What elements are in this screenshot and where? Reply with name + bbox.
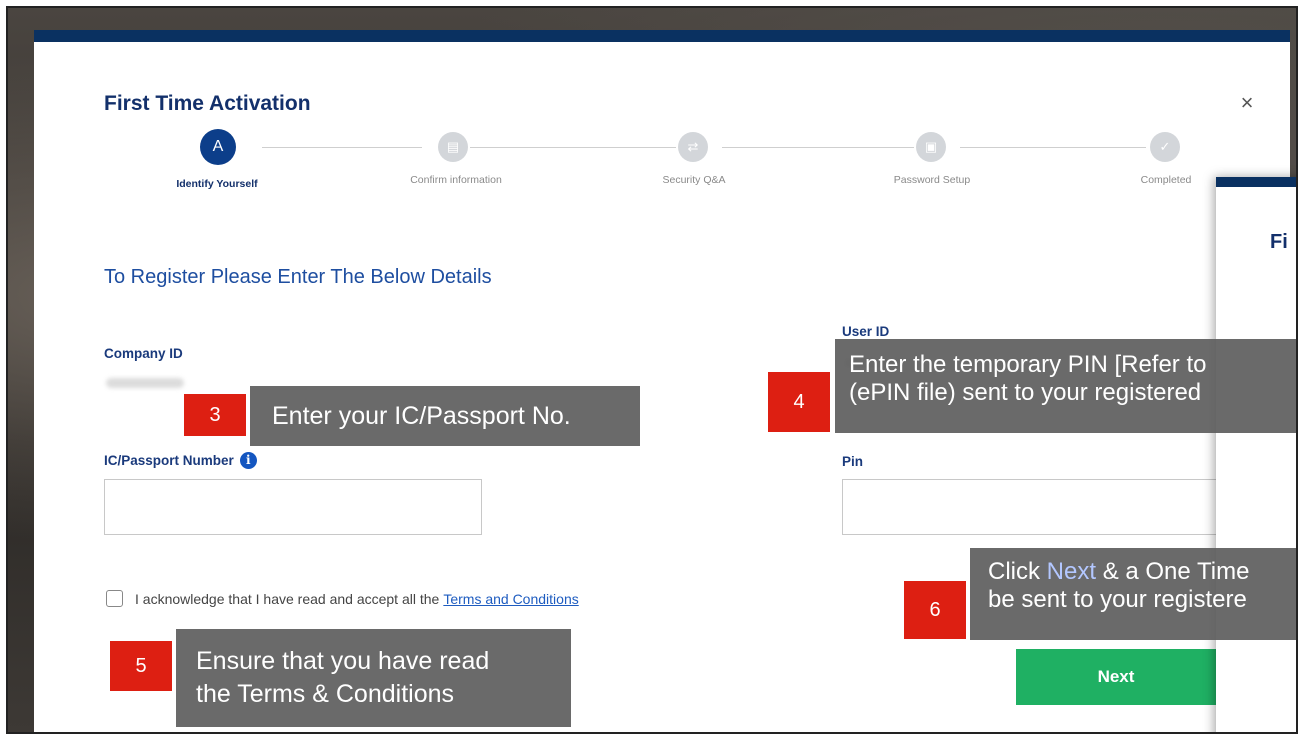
modal-top-bar [34,30,1290,42]
callout-6-number: 6 [904,581,966,639]
progress-stepper: A Identify Yourself ▤ Confirm informatio… [104,128,1214,208]
callout-6-line1: Click Next & a One Time [988,558,1292,586]
step-password-lock-icon: ▣ [916,132,946,162]
callout-4-line2: (ePIN file) sent to your registered [849,379,1202,406]
step-confirm-document-icon: ▤ [438,132,468,162]
second-modal-top-bar [1216,177,1296,187]
callout-3-number: 3 [184,394,246,436]
second-modal-preview: Fi C C M Pl [1216,177,1296,732]
acknowledge-text: I acknowledge that I have read and accep… [135,590,440,607]
ic-passport-input[interactable] [104,479,482,535]
callout-6-pre: Click [988,558,1047,585]
pin-input[interactable] [842,479,1222,535]
callout-5-line2: the Terms & Conditions [196,680,454,708]
ic-passport-label-text: IC/Passport Number [104,453,234,468]
pin-label: Pin [842,454,864,469]
callout-5-text: Ensure that you have read the Terms & Co… [176,629,571,727]
callout-4-number: 4 [768,372,830,432]
terms-link[interactable]: Terms and Conditions [443,591,578,607]
step-label-identify: Identify Yourself [176,178,258,190]
step-connector [722,147,914,148]
step-completed-check-icon: ✓ [1150,132,1180,162]
second-modal-title: Fi [1270,231,1288,253]
terms-checkbox[interactable] [106,590,123,607]
callout-5-line1: Ensure that you have read [196,647,490,675]
company-id-label: Company ID [104,346,183,361]
callout-5-number: 5 [110,641,172,691]
close-icon: × [1240,90,1254,115]
acknowledge-row: I acknowledge that I have read and accep… [106,590,579,607]
user-id-label: User ID [842,324,890,339]
modal-title: First Time Activation [104,92,311,115]
step-identify-user-icon: A [200,129,236,165]
callout-4-line1: Enter the temporary PIN [Refer to [849,351,1207,378]
callout-6-post: & a One Time [1096,558,1250,585]
info-icon[interactable]: i [239,452,257,469]
callout-6-line2: be sent to your registere [988,586,1247,613]
step-label-security: Security Q&A [662,174,726,186]
step-connector [960,147,1146,148]
ic-passport-label: IC/Passport Number i [104,452,257,469]
callout-6-text: Click Next & a One Time be sent to your … [970,548,1296,640]
callout-4-text: Enter the temporary PIN [Refer to (ePIN … [835,339,1296,433]
company-id-value [106,378,184,388]
step-label-completed: Completed [1140,174,1192,186]
next-button[interactable]: Next [1016,649,1216,705]
screenshot-frame: First Time Activation × A Identify Yours… [6,6,1298,734]
step-connector [470,147,676,148]
step-label-password: Password Setup [893,174,971,186]
close-button[interactable]: × [1234,90,1260,116]
section-heading: To Register Please Enter The Below Detai… [104,266,492,288]
step-connector [262,147,422,148]
step-security-question-chat-icon: ⇄ [678,132,708,162]
callout-6-highlight: Next [1046,558,1097,585]
step-label-confirm: Confirm information [410,174,502,186]
callout-3-text: Enter your IC/Passport No. [250,386,640,446]
